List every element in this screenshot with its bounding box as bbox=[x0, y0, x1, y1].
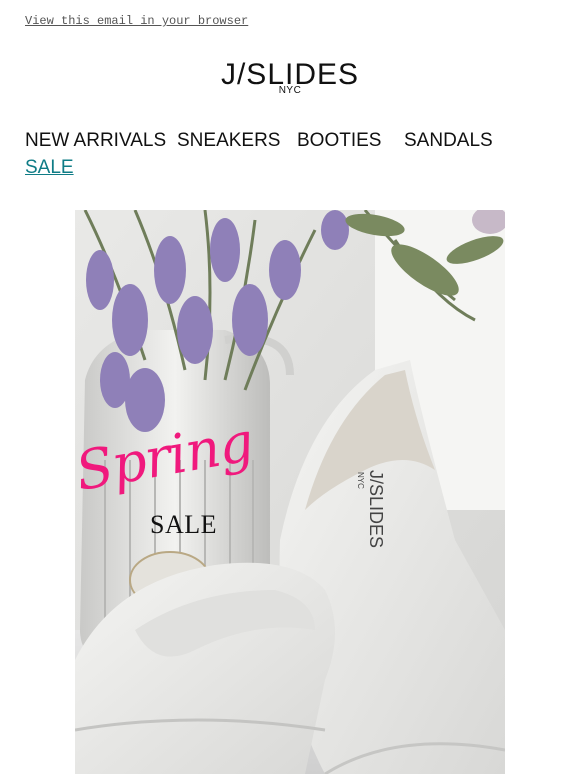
insole-brand-text: J/SLIDES bbox=[366, 470, 386, 548]
view-in-browser-link[interactable]: View this email in your browser bbox=[25, 14, 248, 28]
nav-sneakers[interactable]: SNEAKERS bbox=[177, 130, 280, 152]
insole-sub-text: NYC bbox=[356, 472, 365, 489]
nav-new-arrivals[interactable]: NEW ARRIVALS bbox=[25, 130, 166, 152]
nav-sale[interactable]: SALE bbox=[25, 157, 74, 179]
brand-logo[interactable]: J/SLIDES NYC bbox=[0, 58, 580, 96]
hero-image[interactable]: J/SLIDES NYC bbox=[75, 210, 505, 774]
hero-photo: J/SLIDES NYC bbox=[75, 210, 505, 774]
logo-subtext: NYC bbox=[278, 85, 302, 96]
nav-booties[interactable]: BOOTIES bbox=[297, 130, 381, 152]
nav-sandals[interactable]: SANDALS bbox=[404, 130, 493, 152]
